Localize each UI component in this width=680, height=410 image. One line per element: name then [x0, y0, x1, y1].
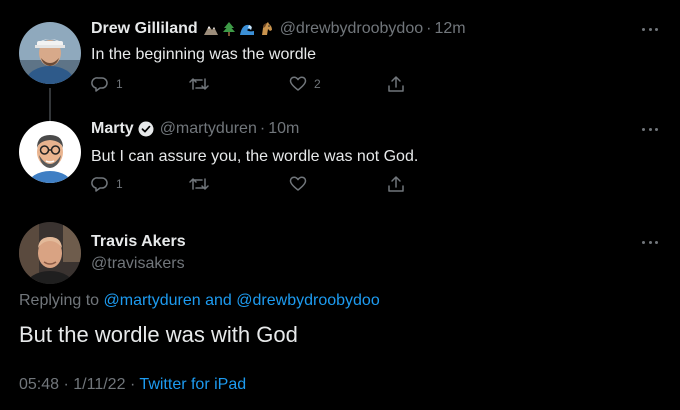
- reply-user-link[interactable]: @drewbydroobydoo: [236, 292, 379, 309]
- author-name[interactable]: Marty: [91, 120, 134, 138]
- more-options-icon[interactable]: [642, 241, 658, 245]
- heart-icon: [289, 76, 307, 91]
- replying-to: Replying to @martyduren and @drewbydroob…: [19, 292, 380, 310]
- like-count: 2: [314, 77, 321, 91]
- retweet-button[interactable]: [189, 175, 216, 193]
- reply-icon: [91, 177, 108, 192]
- wave-emoji: [239, 24, 254, 35]
- reply-icon: [91, 77, 108, 92]
- name-emoji-group: [203, 21, 274, 37]
- replying-prefix: Replying to: [19, 292, 100, 309]
- separator-dot: ·: [426, 20, 432, 37]
- author-name[interactable]: Drew Gilliland: [91, 20, 198, 38]
- share-button[interactable]: [387, 175, 405, 193]
- retweet-button[interactable]: [189, 75, 216, 93]
- tweet-time[interactable]: 05:48: [19, 376, 59, 393]
- focused-tweet-text: But the wordle was with God: [19, 322, 298, 347]
- like-button[interactable]: 2: [289, 75, 321, 93]
- reply-user-link[interactable]: @martyduren: [104, 292, 201, 309]
- tweet-date[interactable]: 1/11/22: [73, 376, 125, 393]
- tweet-header: Drew Gilliland @drewbydroobydoo · 12m: [91, 20, 466, 38]
- retweet-icon: [189, 78, 209, 90]
- retweet-icon: [189, 178, 209, 190]
- author-name[interactable]: Travis Akers: [91, 233, 186, 251]
- share-button[interactable]: [387, 75, 405, 93]
- like-button[interactable]: [289, 175, 314, 193]
- tweet-header: Marty @martyduren · 10m: [91, 120, 299, 138]
- reply-count: 1: [116, 77, 123, 91]
- more-options-icon[interactable]: [642, 128, 658, 132]
- tweet-meta: 05:48 · 1/11/22 · Twitter for iPad: [19, 376, 246, 394]
- separator-dot: ·: [129, 376, 136, 393]
- separator-dot: ·: [63, 376, 69, 393]
- tweet-actions: 1: [91, 175, 411, 193]
- tree-emoji: [222, 22, 235, 36]
- avatar-drew[interactable]: [19, 22, 81, 84]
- separator-dot: ·: [259, 120, 266, 137]
- horse-emoji: [261, 22, 272, 35]
- avatar-travis[interactable]: [19, 222, 81, 284]
- mountain-emoji: [203, 26, 218, 35]
- heart-icon: [289, 176, 307, 191]
- reply-button[interactable]: 1: [91, 175, 123, 193]
- author-handle[interactable]: @martyduren: [160, 120, 257, 138]
- tweet-text: But I can assure you, the wordle was not…: [91, 148, 419, 165]
- tweet-text: In the beginning was the wordle: [91, 46, 317, 63]
- author-handle[interactable]: @drewbydroobydoo: [280, 20, 423, 38]
- tweet-source[interactable]: Twitter for iPad: [139, 376, 246, 393]
- reply-and-text: and: [205, 292, 232, 309]
- share-icon: [388, 176, 404, 192]
- tweet-time[interactable]: 12m: [434, 20, 465, 38]
- reply-button[interactable]: 1: [91, 75, 123, 93]
- author-handle[interactable]: @travisakers: [91, 255, 185, 273]
- verified-icon: [138, 121, 154, 137]
- tweet-time[interactable]: 10m: [268, 120, 299, 138]
- more-options-icon[interactable]: [642, 28, 658, 32]
- thread-line: [49, 88, 51, 122]
- share-icon: [388, 76, 404, 92]
- avatar-marty[interactable]: [19, 121, 81, 183]
- tweet-actions: 1 2: [91, 75, 411, 93]
- reply-count: 1: [116, 177, 123, 191]
